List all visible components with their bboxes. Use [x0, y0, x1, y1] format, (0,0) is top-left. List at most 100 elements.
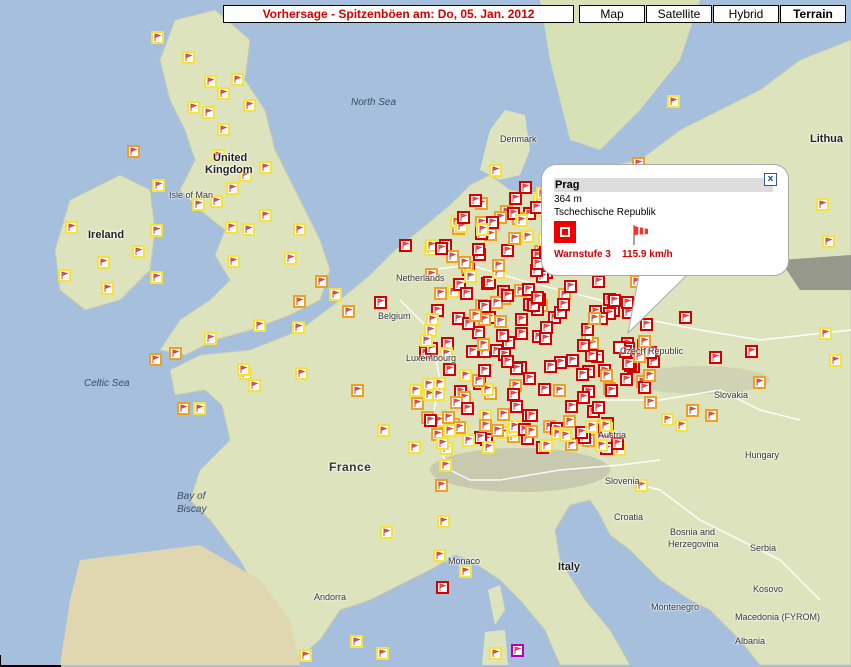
- warning-marker[interactable]: [284, 252, 297, 265]
- warning-marker[interactable]: [521, 230, 534, 243]
- warning-marker[interactable]: [127, 145, 140, 158]
- warning-marker[interactable]: [315, 275, 328, 288]
- warning-marker[interactable]: [515, 327, 528, 340]
- warning-marker[interactable]: [595, 439, 608, 452]
- warning-marker[interactable]: [442, 411, 455, 424]
- warning-marker[interactable]: [538, 383, 551, 396]
- warning-marker[interactable]: [501, 289, 514, 302]
- warning-marker[interactable]: [426, 313, 439, 326]
- warning-marker[interactable]: [374, 296, 387, 309]
- warning-marker[interactable]: [411, 397, 424, 410]
- warning-marker[interactable]: [544, 360, 557, 373]
- warning-marker[interactable]: [588, 312, 601, 325]
- warning-marker[interactable]: [151, 31, 164, 44]
- warning-marker[interactable]: [293, 223, 306, 236]
- map-type-satellite-button[interactable]: Satellite: [646, 5, 712, 23]
- warning-marker[interactable]: [132, 245, 145, 258]
- warning-marker[interactable]: [351, 384, 364, 397]
- warning-marker[interactable]: [519, 181, 532, 194]
- warning-marker[interactable]: [557, 298, 570, 311]
- warning-marker[interactable]: [559, 429, 572, 442]
- warning-marker[interactable]: [177, 402, 190, 415]
- warning-marker[interactable]: [472, 243, 485, 256]
- warning-marker[interactable]: [450, 396, 463, 409]
- warning-marker[interactable]: [492, 259, 505, 272]
- warning-marker[interactable]: [469, 194, 482, 207]
- warning-marker[interactable]: [342, 305, 355, 318]
- warning-marker[interactable]: [409, 384, 422, 397]
- warning-marker[interactable]: [377, 424, 390, 437]
- warning-marker[interactable]: [553, 384, 566, 397]
- warning-marker[interactable]: [434, 287, 447, 300]
- warning-marker[interactable]: [457, 211, 470, 224]
- warning-marker[interactable]: [509, 192, 522, 205]
- warning-marker[interactable]: [408, 441, 421, 454]
- warning-marker[interactable]: [259, 161, 272, 174]
- warning-marker[interactable]: [679, 311, 692, 324]
- warning-marker[interactable]: [259, 209, 272, 222]
- warning-marker[interactable]: [187, 101, 200, 114]
- warning-marker[interactable]: [638, 381, 651, 394]
- warning-marker[interactable]: [816, 198, 829, 211]
- warning-marker[interactable]: [193, 402, 206, 415]
- warning-marker[interactable]: [565, 400, 578, 413]
- warning-marker[interactable]: [299, 649, 312, 662]
- warning-marker[interactable]: [489, 164, 502, 177]
- terrain-map[interactable]: [0, 0, 851, 665]
- warning-marker[interactable]: [667, 95, 680, 108]
- warning-marker[interactable]: [150, 224, 163, 237]
- warning-marker[interactable]: [202, 106, 215, 119]
- warning-marker[interactable]: [600, 369, 613, 382]
- warning-marker[interactable]: [469, 309, 482, 322]
- warning-marker[interactable]: [253, 319, 266, 332]
- warning-marker[interactable]: [705, 409, 718, 422]
- warning-marker[interactable]: [491, 424, 504, 437]
- warning-marker[interactable]: [227, 255, 240, 268]
- warning-marker[interactable]: [424, 414, 437, 427]
- warning-marker[interactable]: [169, 347, 182, 360]
- warning-marker[interactable]: [501, 355, 514, 368]
- warning-marker[interactable]: [182, 51, 195, 64]
- warning-marker[interactable]: [461, 402, 474, 415]
- map-type-terrain-button[interactable]: Terrain: [780, 5, 846, 23]
- warning-marker[interactable]: [539, 332, 552, 345]
- warning-marker[interactable]: [630, 275, 643, 288]
- warning-marker[interactable]: [686, 404, 699, 417]
- warning-marker[interactable]: [204, 332, 217, 345]
- warning-marker[interactable]: [496, 329, 509, 342]
- warning-marker[interactable]: [822, 235, 835, 248]
- warning-marker[interactable]: [420, 334, 433, 347]
- warning-marker[interactable]: [292, 321, 305, 334]
- warning-marker[interactable]: [432, 388, 445, 401]
- warning-marker[interactable]: [745, 345, 758, 358]
- warning-marker[interactable]: [476, 223, 489, 236]
- warning-marker[interactable]: [399, 239, 412, 252]
- warning-marker[interactable]: [350, 635, 363, 648]
- warning-marker[interactable]: [435, 479, 448, 492]
- warning-marker[interactable]: [622, 357, 635, 370]
- warning-marker[interactable]: [592, 275, 605, 288]
- warning-marker[interactable]: [640, 318, 653, 331]
- warning-marker[interactable]: [439, 459, 452, 472]
- warning-marker[interactable]: [446, 250, 459, 263]
- warning-marker[interactable]: [482, 441, 495, 454]
- warning-marker[interactable]: [237, 363, 250, 376]
- warning-marker[interactable]: [376, 647, 389, 660]
- warning-marker[interactable]: [435, 242, 448, 255]
- warning-marker[interactable]: [101, 282, 114, 295]
- warning-marker[interactable]: [501, 244, 514, 257]
- warning-marker[interactable]: [523, 372, 536, 385]
- warning-marker[interactable]: [497, 408, 510, 421]
- warning-marker[interactable]: [608, 294, 621, 307]
- warning-marker[interactable]: [459, 565, 472, 578]
- warning-marker[interactable]: [621, 296, 634, 309]
- warning-marker[interactable]: [644, 396, 657, 409]
- warning-marker[interactable]: [329, 288, 342, 301]
- warning-marker[interactable]: [525, 425, 538, 438]
- warning-marker[interactable]: [531, 291, 544, 304]
- warning-marker[interactable]: [217, 123, 230, 136]
- warning-marker[interactable]: [515, 214, 528, 227]
- warning-marker[interactable]: [563, 415, 576, 428]
- warning-marker[interactable]: [242, 223, 255, 236]
- warning-marker[interactable]: [620, 373, 633, 386]
